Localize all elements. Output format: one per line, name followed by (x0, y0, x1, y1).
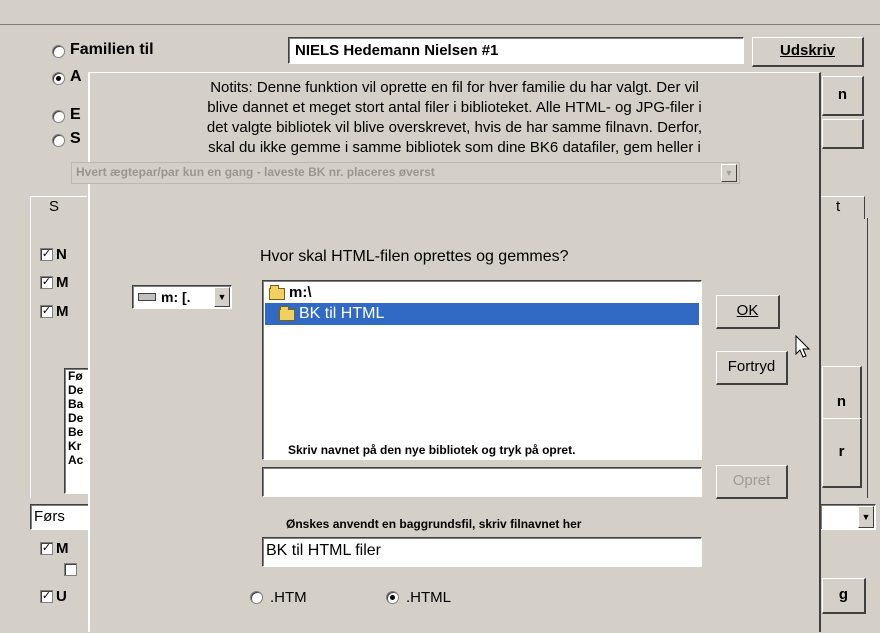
folder-list[interactable]: m:\ BK til HTML (262, 280, 702, 460)
radio-familien-label: Familien til (70, 41, 154, 58)
list-item[interactable]: Ba (68, 397, 83, 411)
drive-select[interactable]: m: [. ▼ (132, 285, 232, 309)
radio-s-label: S (70, 130, 81, 147)
first-select-value: Førs (34, 508, 65, 525)
save-location-question: Hvor skal HTML-filen oprettes og gemmes? (260, 248, 569, 265)
save-html-dialog: Notits: Denne funktion vil oprette en fi… (71, 72, 821, 632)
radio-a-dot[interactable] (52, 72, 65, 85)
new-folder-label: Skriv navnet på den nye bibliotek og try… (288, 443, 576, 457)
right-button-1-label: n (837, 86, 848, 103)
notice-line-3: det valgte bibliotek vil blive overskrev… (206, 119, 703, 136)
check-bottom-u-label: U (56, 588, 67, 605)
open-folder-icon (279, 306, 295, 321)
print-button[interactable]: Udskriv (752, 37, 864, 67)
radio-htm-dot[interactable] (250, 591, 263, 604)
first-select[interactable]: Førs (30, 504, 92, 530)
drive-select-value: m: [. (161, 289, 191, 305)
open-folder-icon (269, 285, 285, 300)
check-bottom-m-box[interactable]: ✓ (40, 542, 53, 555)
radio-s-dot[interactable] (52, 134, 65, 147)
check-n-label: N (56, 246, 67, 263)
right-button-1[interactable]: n (822, 76, 864, 116)
notice-line-4: skal du ikke gemme i samme bibliotek som… (208, 139, 701, 156)
check-bottom-empty-box[interactable] (64, 563, 77, 576)
background-file-input-value: BK til HTML filer (266, 542, 381, 559)
tab-left-label: S (49, 198, 60, 215)
list-item[interactable]: Ac (68, 453, 83, 467)
right-button-2[interactable] (822, 119, 864, 149)
cancel-button[interactable]: Fortryd (716, 351, 788, 385)
ok-button-label: OK (736, 302, 759, 319)
list-item[interactable]: De (68, 411, 83, 425)
list-item[interactable]: De (68, 383, 83, 397)
radio-familien-dot[interactable] (52, 45, 65, 58)
tab-strip-left[interactable]: S (30, 196, 87, 219)
chevron-down-icon[interactable]: ▼ (721, 164, 737, 182)
folder-item-root-label: m:\ (289, 284, 312, 301)
tab-strip-right[interactable]: t (820, 196, 865, 219)
person-name-text: NIELS Hedemann Nielsen #1 (295, 42, 499, 59)
tab-right-label: t (836, 198, 841, 215)
drive-icon (138, 293, 156, 301)
ok-button[interactable]: OK (716, 295, 780, 329)
background-file-label: Ønskes anvendt en baggrundsfil, skriv fi… (286, 517, 582, 531)
check-bottom-u-box[interactable]: ✓ (40, 590, 53, 603)
notice-line-2: blive dannet et meget stort antal filer … (207, 99, 702, 116)
check-m1-label: M (56, 274, 69, 291)
check-m2-label: M (56, 303, 69, 320)
side-button-1-label: n (836, 393, 847, 410)
side-button-2[interactable]: r (822, 418, 862, 488)
radio-e-label: E (70, 106, 81, 123)
side-button-2-label: r (838, 443, 845, 460)
person-name-field[interactable]: NIELS Hedemann Nielsen #1 (288, 37, 744, 64)
bottom-right-button[interactable]: g (822, 578, 866, 614)
first-select-right[interactable]: ▼ (820, 504, 876, 530)
chevron-down-icon[interactable]: ▼ (858, 506, 874, 528)
list-item[interactable]: Fø (68, 369, 83, 383)
background-file-input[interactable]: BK til HTML filer (262, 537, 702, 567)
bottom-right-button-label: g (838, 586, 849, 603)
check-m1-box[interactable]: ✓ (40, 276, 53, 289)
notice-line-1: Notits: Denne funktion vil oprette en fi… (210, 79, 699, 96)
new-folder-input[interactable] (262, 467, 702, 497)
create-button-label: Opret (732, 472, 771, 489)
check-bottom-m-label: M (56, 540, 69, 557)
radio-e-dot[interactable] (52, 110, 65, 123)
sort-select-value: Hvert ægtepar/par kun en gang - laveste … (76, 165, 435, 179)
list-item[interactable]: Kr (68, 439, 81, 453)
sort-select[interactable]: Hvert ægtepar/par kun en gang - laveste … (71, 162, 740, 184)
radio-html-dot[interactable] (386, 591, 399, 604)
create-button[interactable]: Opret (716, 465, 788, 499)
mouse-cursor-icon (795, 335, 811, 358)
radio-a-label: A (70, 68, 82, 85)
radio-html-label: .HTML (406, 589, 451, 606)
folder-item-selected-label: BK til HTML (299, 305, 385, 322)
chevron-down-icon[interactable]: ▼ (214, 287, 230, 307)
check-n-box[interactable]: ✓ (40, 248, 53, 261)
notice-text: Notits: Denne funktion vil oprette en fi… (90, 78, 819, 162)
folder-item-root[interactable]: m:\ (265, 283, 697, 303)
radio-htm-label: .HTM (270, 589, 307, 606)
cancel-button-label: Fortryd (727, 358, 776, 375)
folder-item-selected[interactable]: BK til HTML (265, 303, 699, 325)
check-m2-box[interactable]: ✓ (40, 305, 53, 318)
print-button-label: Udskriv (779, 42, 836, 59)
list-item[interactable]: Be (68, 425, 83, 439)
top-bar (0, 0, 880, 25)
